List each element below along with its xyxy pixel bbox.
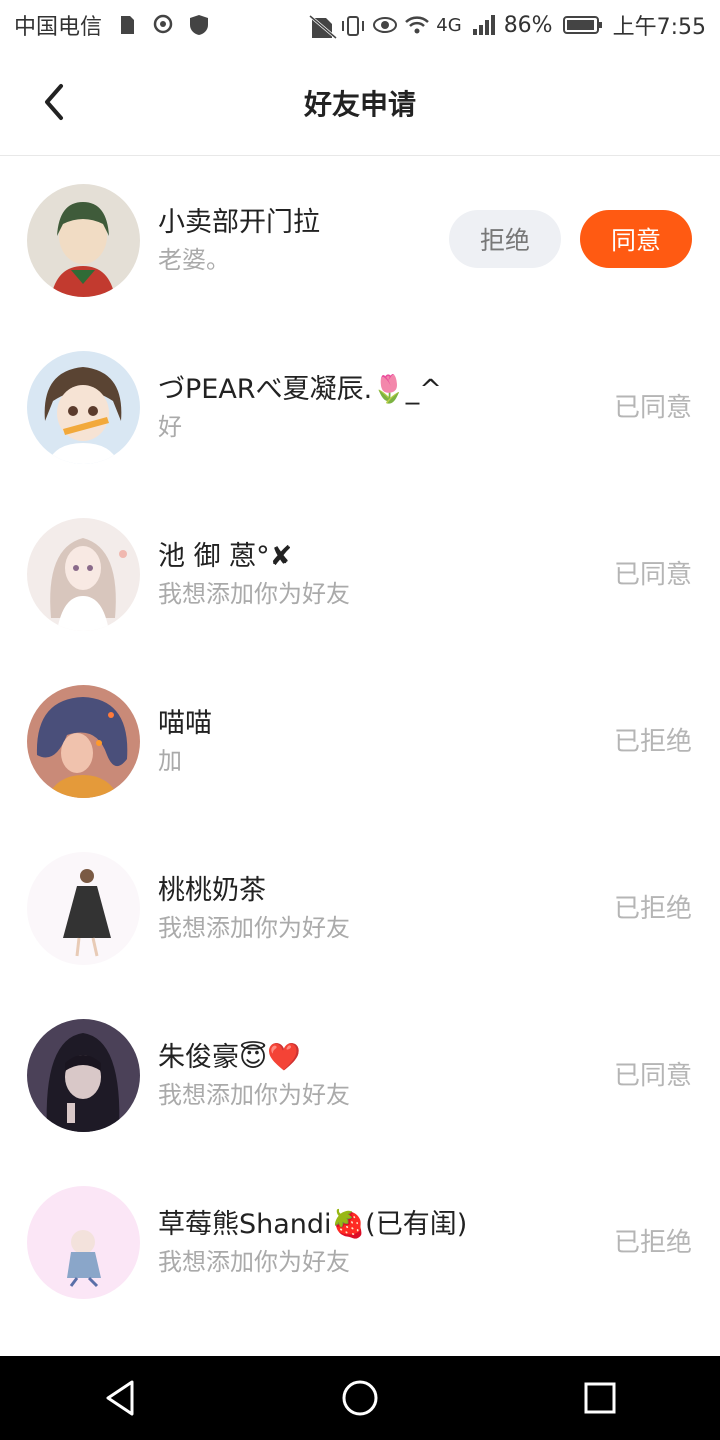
vibrate-icon xyxy=(340,14,365,36)
avatar[interactable] xyxy=(27,1019,140,1132)
request-status: 已同意 xyxy=(613,1061,692,1091)
requester-name: 桃桃奶茶 xyxy=(158,875,266,906)
no-sim-icon xyxy=(308,14,338,40)
avatar[interactable] xyxy=(27,518,140,631)
request-status: 已同意 xyxy=(613,560,692,590)
eye-icon xyxy=(372,14,398,36)
requester-name: 池 御 蒽°✘ xyxy=(158,541,293,572)
signal-icon xyxy=(472,14,495,36)
request-status: 已拒绝 xyxy=(613,1228,692,1258)
circle-home-icon xyxy=(342,1380,378,1416)
back-nav-button[interactable] xyxy=(90,1368,150,1428)
avatar[interactable] xyxy=(27,184,140,297)
requester-name: づPEARべ夏凝辰.🌷_^ xyxy=(158,374,442,405)
avatar[interactable] xyxy=(27,852,140,965)
system-navigation-bar xyxy=(0,1356,720,1440)
navigation-bar: 好友申请 xyxy=(0,50,720,156)
hotspot-icon xyxy=(152,14,174,36)
triangle-back-icon xyxy=(106,1380,134,1416)
sd-card-icon xyxy=(116,14,138,36)
requester-name: 小卖部开门拉 xyxy=(158,207,320,238)
carrier-label: 中国电信 xyxy=(14,15,103,40)
battery-icon xyxy=(562,14,603,36)
avatar[interactable] xyxy=(27,1186,140,1299)
friend-request-row[interactable]: 草莓熊Shandi🍓(已有闺) 我想添加你为好友 已拒绝 xyxy=(0,1158,720,1325)
battery-percent: 86% xyxy=(503,12,553,38)
network-type-label: 4G xyxy=(436,14,462,36)
avatar[interactable] xyxy=(27,685,140,798)
friend-request-row[interactable]: 小卖部开门拉 老婆。 拒绝 同意 xyxy=(0,156,720,323)
request-message: 我想添加你为好友 xyxy=(158,580,350,608)
shield-icon xyxy=(188,14,210,36)
requester-name: 喵喵 xyxy=(158,708,212,739)
friend-request-row[interactable]: 池 御 蒽°✘ 我想添加你为好友 已同意 xyxy=(0,490,720,657)
square-recents-icon xyxy=(584,1382,616,1414)
request-status: 已同意 xyxy=(613,393,692,423)
request-message: 加 xyxy=(158,747,182,775)
request-message: 好 xyxy=(158,413,182,441)
request-message: 我想添加你为好友 xyxy=(158,1248,350,1276)
requester-name: 草莓熊Shandi🍓(已有闺) xyxy=(158,1209,468,1240)
avatar[interactable] xyxy=(27,351,140,464)
reject-button[interactable]: 拒绝 xyxy=(449,210,561,268)
status-bar: 中国电信 4G 86% 上午7:55 xyxy=(0,0,720,50)
request-message: 老婆。 xyxy=(158,246,230,274)
requester-name: 朱俊豪😇❤️ xyxy=(158,1042,301,1073)
friend-request-row[interactable]: づPEARべ夏凝辰.🌷_^ 好 已同意 xyxy=(0,323,720,490)
request-message: 我想添加你为好友 xyxy=(158,1081,350,1109)
friend-request-row[interactable]: 朱俊豪😇❤️ 我想添加你为好友 已同意 xyxy=(0,991,720,1158)
page-title: 好友申请 xyxy=(303,87,416,121)
wifi-icon xyxy=(404,14,430,36)
request-status: 已拒绝 xyxy=(613,894,692,924)
clock: 上午7:55 xyxy=(612,15,706,40)
recents-nav-button[interactable] xyxy=(570,1368,630,1428)
request-message: 我想添加你为好友 xyxy=(158,914,350,942)
home-nav-button[interactable] xyxy=(330,1368,390,1428)
friend-request-row[interactable]: 喵喵 加 已拒绝 xyxy=(0,657,720,824)
friend-request-list: 小卖部开门拉 老婆。 拒绝 同意 づPEARべ夏凝辰.🌷_^ 好 已同意 池 御… xyxy=(0,156,720,1356)
friend-request-row[interactable]: 桃桃奶茶 我想添加你为好友 已拒绝 xyxy=(0,824,720,991)
request-status: 已拒绝 xyxy=(613,727,692,757)
accept-button[interactable]: 同意 xyxy=(580,210,692,268)
